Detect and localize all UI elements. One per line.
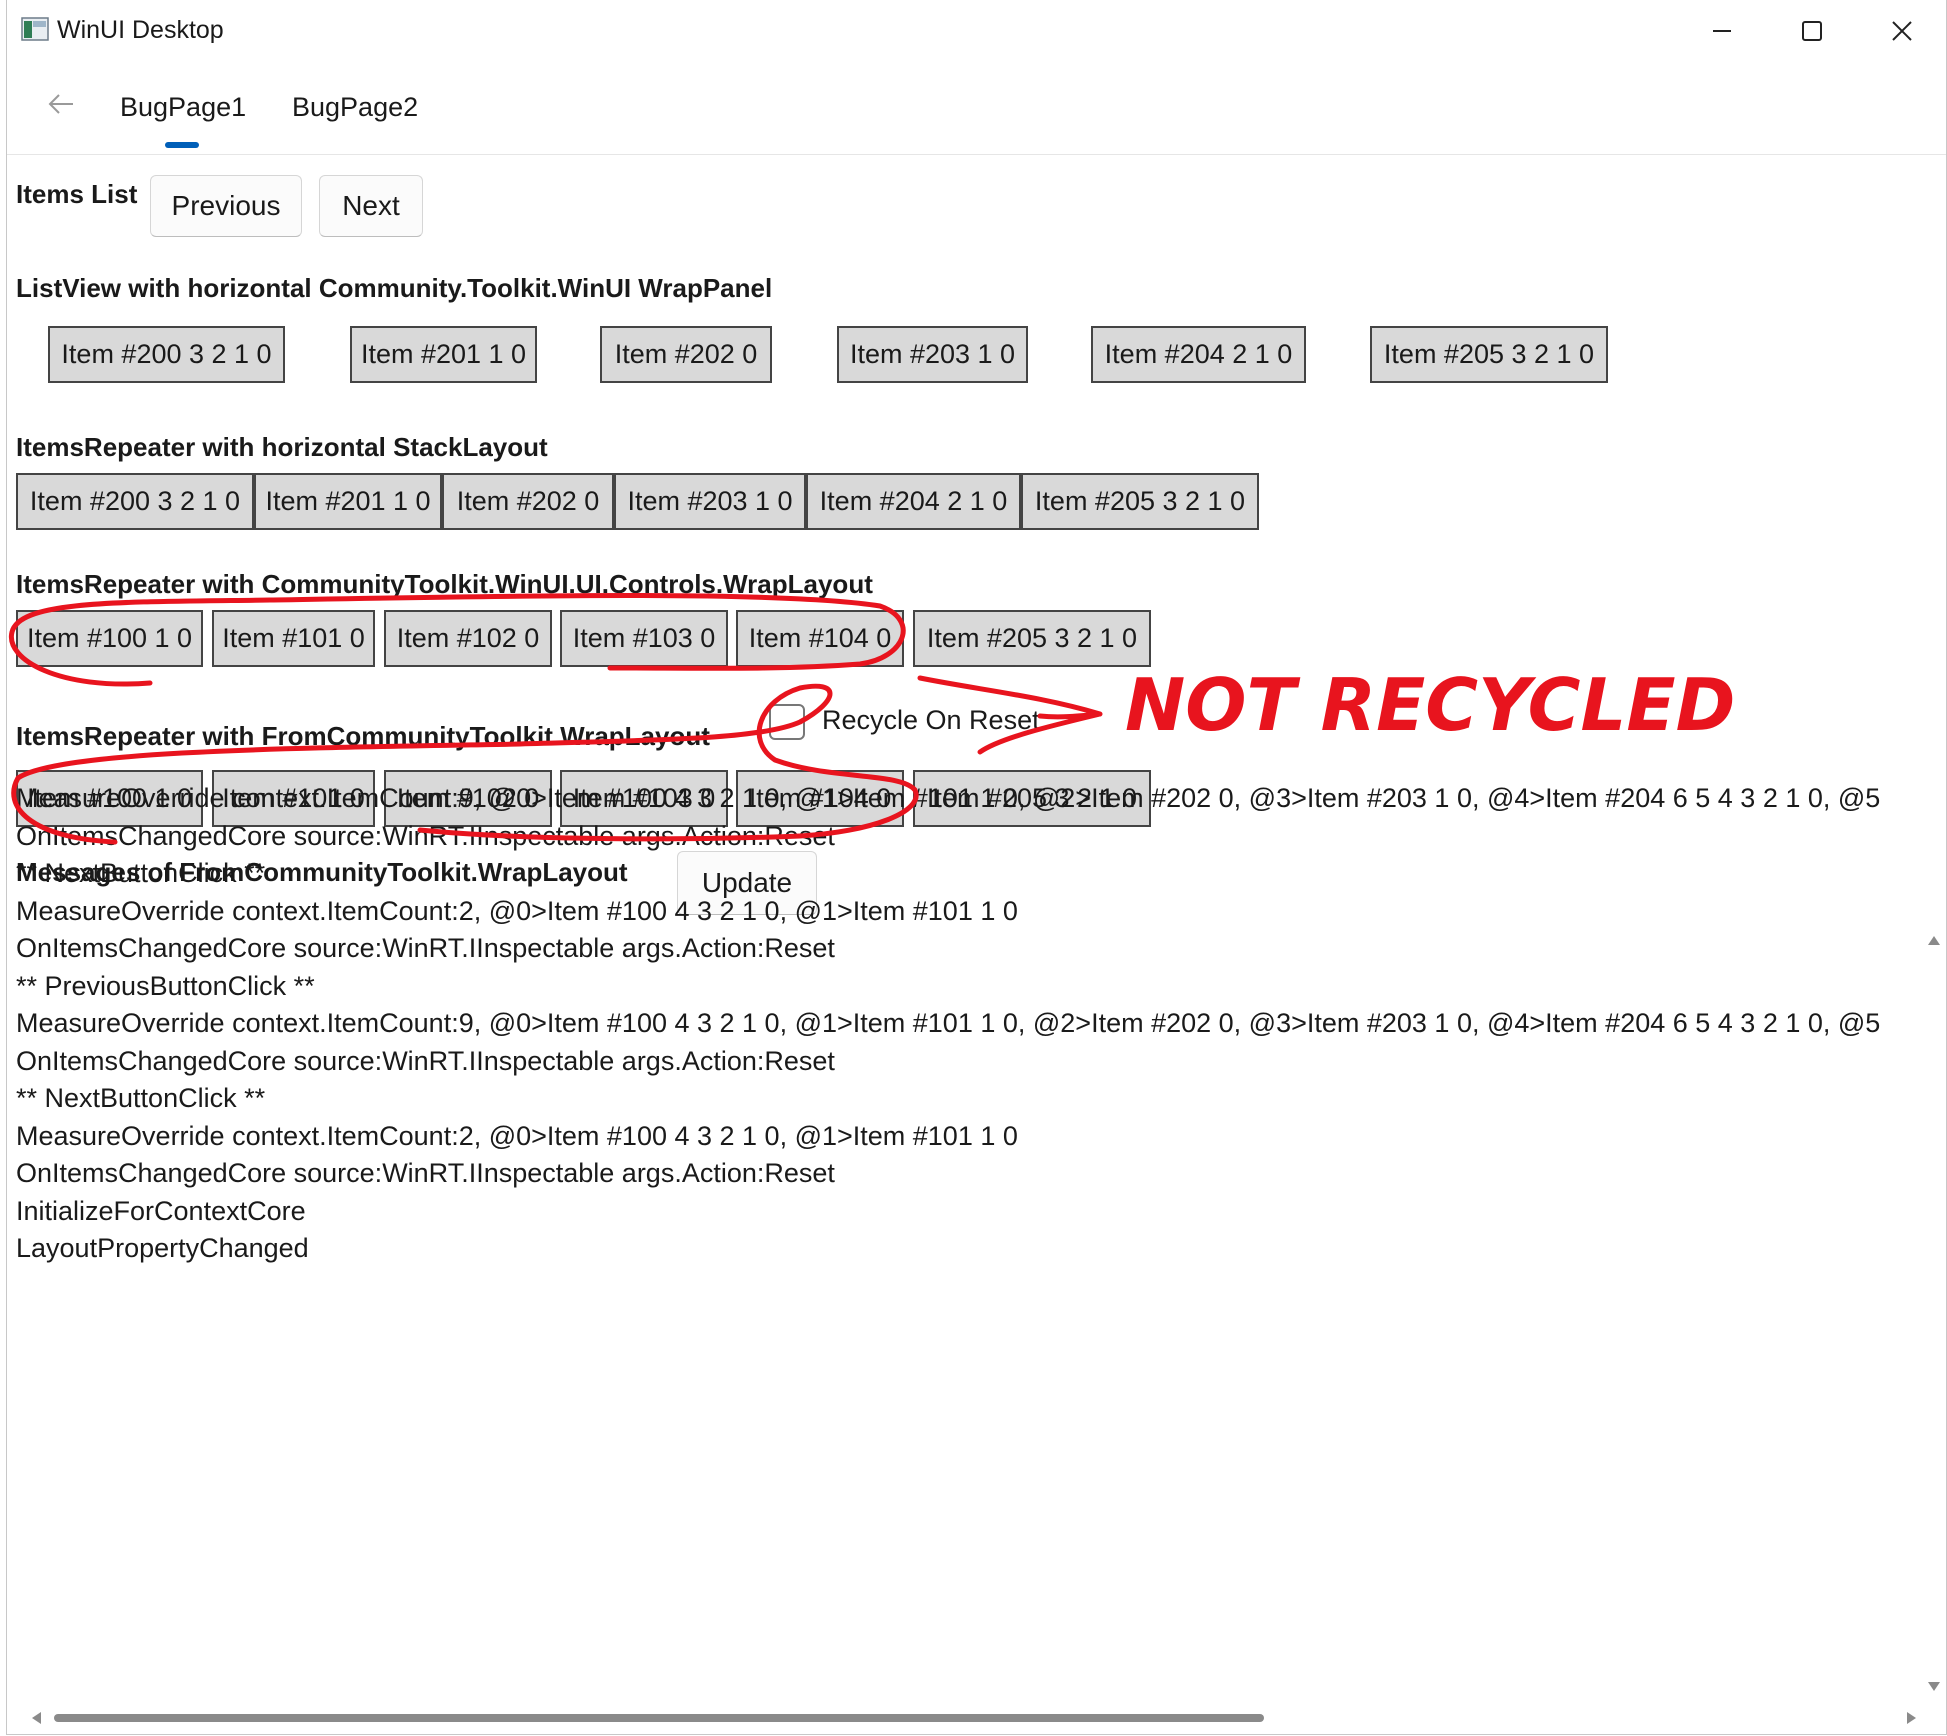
repeater-item: Item #200 3 2 1 0: [16, 473, 254, 530]
tab-bugpage2[interactable]: BugPage2: [292, 92, 418, 123]
maximize-button[interactable]: [1767, 0, 1857, 62]
list-item[interactable]: Item #203 1 0: [837, 326, 1028, 383]
minimize-icon: [1713, 30, 1731, 32]
repeater-item: Item #203 1 0: [614, 473, 806, 530]
horizontal-scrollbar[interactable]: [29, 1708, 1919, 1728]
list-item[interactable]: Item #201 1 0: [350, 326, 537, 383]
list-item[interactable]: Item #205 3 2 1 0: [1370, 326, 1608, 383]
recycle-on-reset-checkbox[interactable]: [769, 704, 805, 740]
maximize-icon: [1802, 21, 1822, 41]
section-heading-stacklayout: ItemsRepeater with horizontal StackLayou…: [16, 432, 548, 462]
log-line: ** NextButtonClick **: [16, 1083, 266, 1113]
section-heading-listview: ListView with horizontal Community.Toolk…: [16, 273, 773, 303]
app-window: WinUI Desktop BugPage1 BugPage2 Items Li…: [6, 0, 1947, 1735]
list-item[interactable]: Item #202 0: [600, 326, 772, 383]
back-button[interactable]: [37, 82, 85, 126]
log-line: MeasureOverride context.ItemCount:9, @0>…: [16, 783, 1881, 813]
app-icon: [21, 17, 49, 41]
repeater-item: Item #205 3 2 1 0: [913, 610, 1151, 667]
back-arrow-icon: [48, 94, 73, 114]
repeater-item: Item #102 0: [384, 610, 552, 667]
selected-tab-indicator: [165, 142, 199, 148]
next-button[interactable]: Next: [319, 175, 423, 237]
repeater-item: Item #101 0: [212, 610, 375, 667]
log-line: MeasureOverride context.ItemCount:9, @0>…: [16, 1008, 1881, 1038]
scroll-up-arrow-icon[interactable]: [1926, 933, 1942, 949]
minimize-button[interactable]: [1677, 0, 1767, 62]
log-line: OnItemsChangedCore source:WinRT.IInspect…: [16, 1045, 835, 1076]
recycle-on-reset-label[interactable]: Recycle On Reset: [822, 705, 1040, 736]
messages-log: MeasureOverride context.ItemCount:9, @0>…: [16, 780, 1916, 1268]
repeater-item: Item #204 2 1 0: [806, 473, 1021, 530]
title-bar: WinUI Desktop: [7, 0, 1946, 62]
log-line: InitializeForContextCore: [16, 1195, 306, 1226]
log-line: OnItemsChangedCore source:WinRT.IInspect…: [16, 1158, 835, 1188]
scroll-down-arrow-icon[interactable]: [1926, 1678, 1942, 1694]
log-line: ** NextButtonClick **: [16, 858, 266, 888]
tab-bugpage1[interactable]: BugPage1: [120, 92, 246, 123]
log-line: ** PreviousButtonClick **: [16, 970, 315, 1001]
window-title: WinUI Desktop: [57, 16, 224, 44]
repeater-item: Item #205 3 2 1 0: [1021, 473, 1259, 530]
scroll-right-arrow-icon[interactable]: [1903, 1710, 1919, 1726]
list-item[interactable]: Item #200 3 2 1 0: [48, 326, 285, 383]
repeater-item: Item #100 1 0: [16, 610, 203, 667]
items-list-label: Items List: [16, 179, 138, 209]
previous-button[interactable]: Previous: [150, 175, 302, 237]
scroll-left-arrow-icon[interactable]: [29, 1710, 45, 1726]
list-item[interactable]: Item #204 2 1 0: [1091, 326, 1306, 383]
repeater-item: Item #103 0: [560, 610, 728, 667]
log-line: OnItemsChangedCore source:WinRT.IInspect…: [16, 820, 835, 851]
log-line: OnItemsChangedCore source:WinRT.IInspect…: [16, 933, 835, 963]
log-line: LayoutPropertyChanged: [16, 1233, 309, 1263]
horizontal-scrollbar-thumb[interactable]: [54, 1714, 1264, 1722]
log-line: MeasureOverride context.ItemCount:2, @0>…: [16, 1120, 1018, 1151]
repeater-item: Item #202 0: [442, 473, 614, 530]
repeater-item: Item #104 0: [736, 610, 904, 667]
close-icon: [1892, 21, 1912, 41]
section-heading-fromtoolkit-wraplayout: ItemsRepeater with FromCommunityToolkit.…: [16, 721, 710, 751]
close-button[interactable]: [1857, 0, 1946, 62]
section-heading-toolkit-wraplayout: ItemsRepeater with CommunityToolkit.WinU…: [16, 569, 873, 599]
navigation-view-header: BugPage1 BugPage2: [7, 62, 1946, 155]
repeater-item: Item #201 1 0: [254, 473, 442, 530]
log-line: MeasureOverride context.ItemCount:2, @0>…: [16, 895, 1018, 926]
